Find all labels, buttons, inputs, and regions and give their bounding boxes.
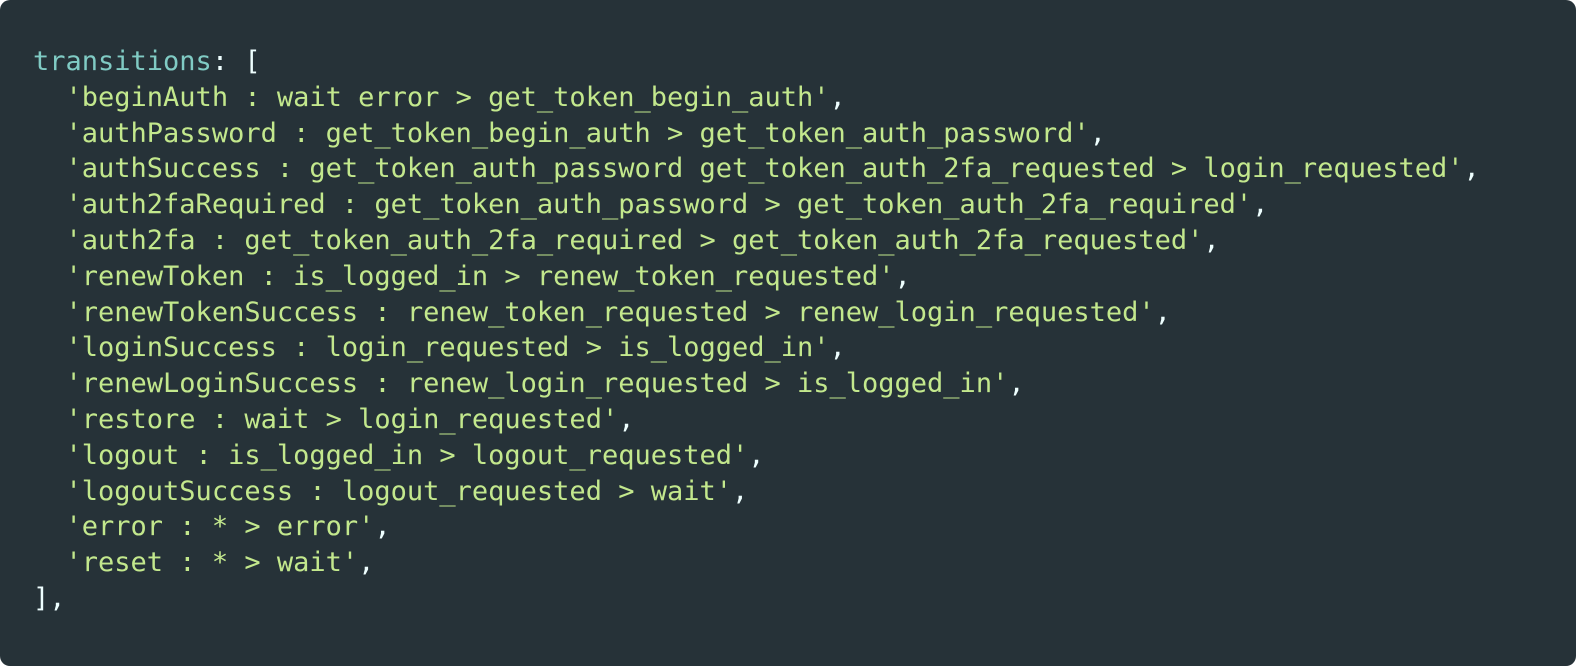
code-string: 'renewToken : is_logged_in > renew_token… (65, 260, 895, 292)
code-comma: , (1008, 368, 1025, 400)
code-comma: , (374, 511, 391, 543)
code-comma: , (1203, 224, 1220, 256)
code-line-entry: 'beginAuth : wait error > get_token_begi… (33, 80, 1576, 116)
code-entries: 'beginAuth : wait error > get_token_begi… (33, 80, 1576, 581)
code-line-entry: 'authSuccess : get_token_auth_password g… (33, 151, 1576, 187)
code-comma: , (748, 439, 765, 471)
code-line-entry: 'loginSuccess : login_requested > is_log… (33, 330, 1576, 366)
code-string: 'logoutSuccess : logout_requested > wait… (65, 475, 732, 507)
code-comma: , (1252, 189, 1269, 221)
code-comma: , (618, 403, 635, 435)
code-string: 'authSuccess : get_token_auth_password g… (65, 153, 1464, 185)
code-comma: , (1154, 296, 1171, 328)
code-comma: , (829, 81, 846, 113)
code-line-entry: 'logoutSuccess : logout_requested > wait… (33, 474, 1576, 510)
code-string: 'renewTokenSuccess : renew_token_request… (65, 296, 1155, 328)
code-comma: , (358, 547, 375, 579)
code-line-entry: 'error : * > error', (33, 509, 1576, 545)
code-line-close: ], (33, 582, 66, 614)
code-string: 'renewLoginSuccess : renew_login_request… (65, 368, 1009, 400)
code-comma: , (829, 332, 846, 364)
code-line-entry: 'authPassword : get_token_begin_auth > g… (33, 116, 1576, 152)
code-string: 'restore : wait > login_requested' (65, 403, 619, 435)
code-line-entry: 'renewLoginSuccess : renew_login_request… (33, 366, 1576, 402)
code-string: 'logout : is_logged_in > logout_requeste… (65, 439, 749, 471)
code-comma: , (1463, 153, 1480, 185)
code-string: 'beginAuth : wait error > get_token_begi… (65, 81, 830, 113)
code-string: 'reset : * > wait' (65, 547, 359, 579)
code-string: 'auth2fa : get_token_auth_2fa_required >… (65, 224, 1204, 256)
code-line-entry: 'renewToken : is_logged_in > renew_token… (33, 259, 1576, 295)
code-open-bracket: : [ (211, 46, 261, 77)
code-line-entry: 'auth2fa : get_token_auth_2fa_required >… (33, 223, 1576, 259)
code-block: transitions: [ 'beginAuth : wait error >… (0, 0, 1576, 666)
code-string: 'authPassword : get_token_begin_auth > g… (65, 117, 1090, 149)
code-key: transitions (33, 46, 212, 77)
code-line-entry: 'logout : is_logged_in > logout_requeste… (33, 438, 1576, 474)
code-line-open: transitions: [ (33, 44, 1576, 80)
code-line-entry: 'renewTokenSuccess : renew_token_request… (33, 295, 1576, 331)
code-string: 'error : * > error' (65, 511, 375, 543)
code-comma: , (894, 260, 911, 292)
code-string: 'auth2faRequired : get_token_auth_passwo… (65, 189, 1253, 221)
code-comma: , (1089, 117, 1106, 149)
code-line-entry: 'auth2faRequired : get_token_auth_passwo… (33, 187, 1576, 223)
code-comma: , (732, 475, 749, 507)
code-line-entry: 'restore : wait > login_requested', (33, 402, 1576, 438)
code-string: 'loginSuccess : login_requested > is_log… (65, 332, 830, 364)
code-line-entry: 'reset : * > wait', (33, 545, 1576, 581)
